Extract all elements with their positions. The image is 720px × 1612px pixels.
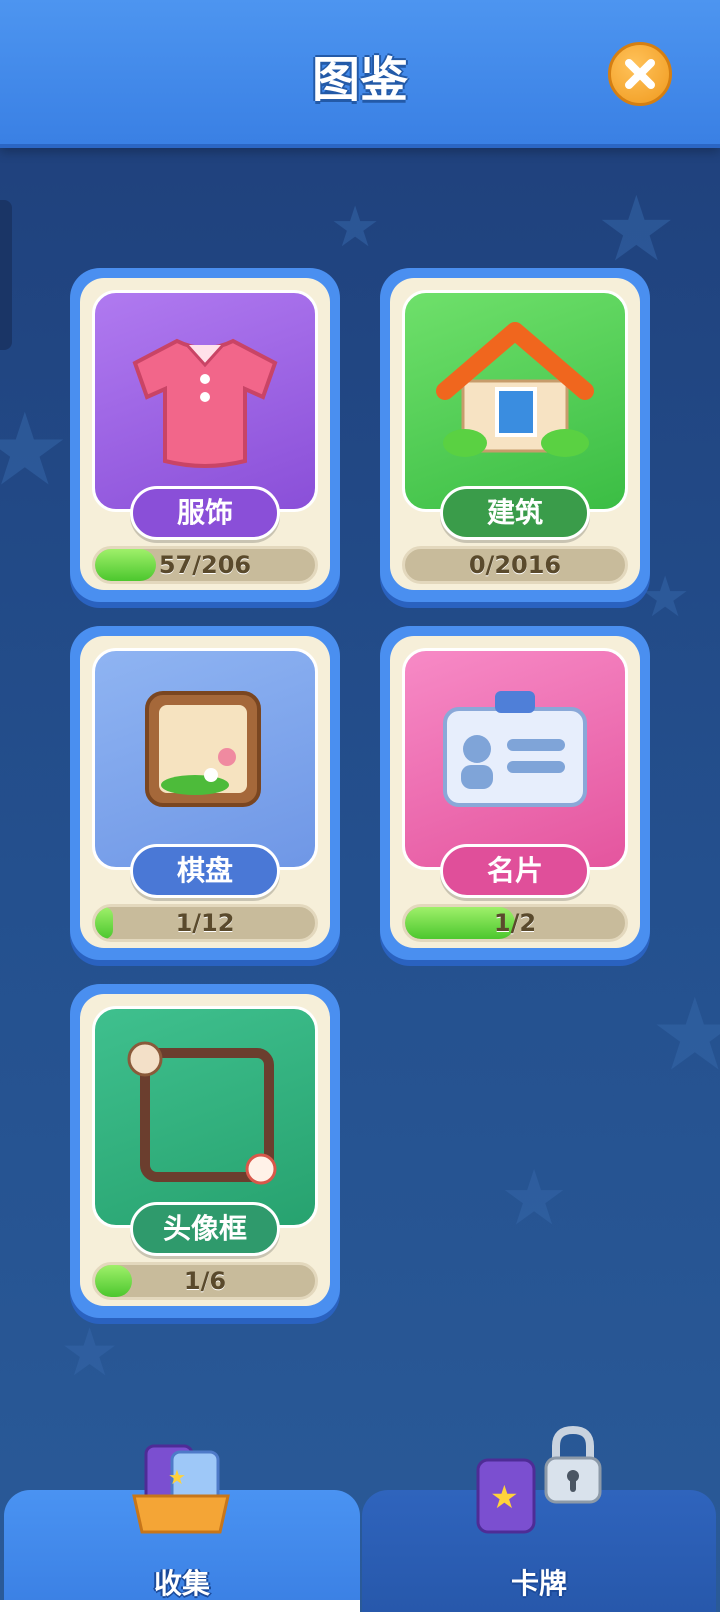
tab-label: 卡牌 — [510, 1567, 567, 1600]
collection-box-icon: ★ — [132, 1444, 230, 1534]
progress-bar: 1/2 — [402, 904, 628, 942]
category-label: 头像框 — [130, 1202, 280, 1256]
active-tab-indicator — [0, 1600, 360, 1612]
category-card-building[interactable]: 建筑 0/2016 — [380, 268, 650, 602]
namecard-art — [402, 648, 628, 870]
svg-text:★: ★ — [168, 1465, 186, 1489]
bg-star-icon: ★ — [0, 391, 70, 508]
board-art — [92, 648, 318, 870]
tab-cards[interactable]: ★ 卡牌 — [362, 1425, 716, 1612]
bottom-tab-bar: ★ 收集 ★ 卡牌 — [0, 1425, 720, 1612]
category-label: 服饰 — [130, 486, 280, 540]
house-icon — [436, 322, 594, 457]
category-card-namecard[interactable]: 名片 1/2 — [380, 626, 650, 960]
bg-star-icon: ★ — [60, 1314, 120, 1391]
progress-bar: 0/2016 — [402, 546, 628, 584]
progress-bar: 1/12 — [92, 904, 318, 942]
progress-text: 0/2016 — [468, 551, 562, 579]
progress-bar: 1/6 — [92, 1262, 318, 1300]
progress-text: 1/2 — [493, 909, 537, 937]
side-handle[interactable] — [0, 200, 12, 350]
tab-collect[interactable]: ★ 收集 — [4, 1444, 360, 1612]
bg-star-icon: ★ — [596, 177, 677, 282]
building-art — [402, 290, 628, 512]
progress-text: 1/12 — [175, 909, 235, 937]
category-label: 建筑 — [440, 486, 590, 540]
progress-bar: 57/206 — [92, 546, 318, 584]
avatar-frame-art — [92, 1006, 318, 1228]
clothing-art — [92, 290, 318, 512]
category-label: 名片 — [440, 844, 590, 898]
lock-icon — [544, 1425, 602, 1504]
bg-star-icon: ★ — [650, 976, 720, 1093]
category-label: 棋盘 — [130, 844, 280, 898]
bg-star-icon: ★ — [500, 1153, 569, 1242]
avatar-frame-icon — [127, 1041, 277, 1185]
progress-text: 57/206 — [158, 551, 252, 579]
close-button[interactable] — [608, 42, 672, 106]
category-card-clothing[interactable]: 服饰 57/206 — [70, 268, 340, 602]
bg-star-icon: ★ — [330, 195, 381, 260]
tab-label: 收集 — [153, 1567, 210, 1600]
progress-text: 1/6 — [183, 1267, 227, 1295]
board-icon — [145, 691, 261, 807]
category-card-board[interactable]: 棋盘 1/12 — [70, 626, 340, 960]
category-card-avatar-frame[interactable]: 头像框 1/6 — [70, 984, 340, 1318]
id-card-icon — [443, 691, 587, 807]
svg-text:★: ★ — [490, 1478, 519, 1516]
shirt-icon — [132, 338, 278, 468]
close-icon — [625, 59, 655, 89]
header-bar: 图鉴 — [0, 0, 720, 148]
